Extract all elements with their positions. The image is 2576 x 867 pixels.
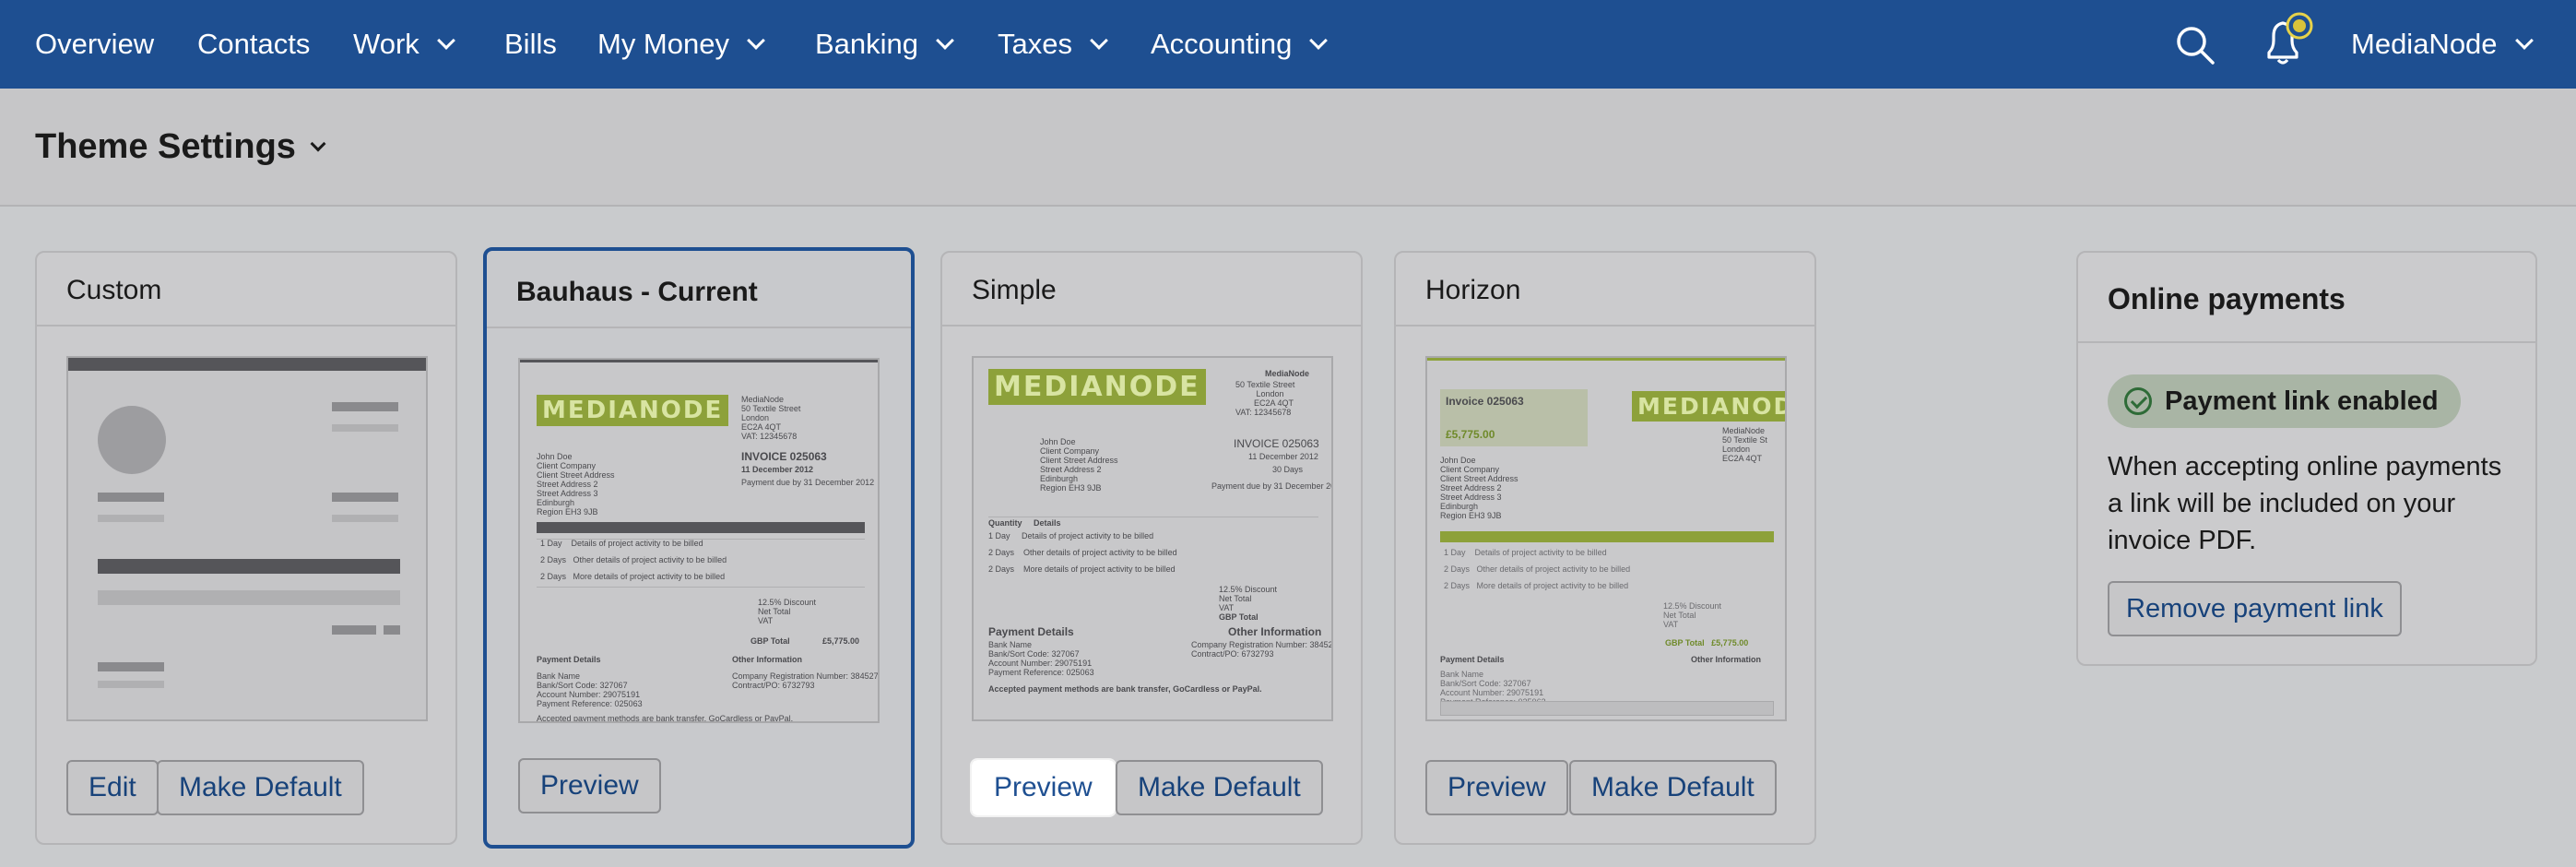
other-info-heading: Other Information (1228, 625, 1322, 638)
make-default-button[interactable]: Make Default (1116, 760, 1323, 815)
nav-banking-label: Banking (815, 28, 919, 60)
nav-taxes[interactable]: Taxes (998, 0, 1108, 89)
payment-description: When accepting online payments a link wi… (2108, 452, 2502, 555)
nav-bills[interactable]: Bills (504, 0, 557, 89)
chevron-down-icon (1309, 31, 1329, 50)
panel-title: Online payments (2108, 282, 2346, 315)
theme-card-custom: Custom Edit Make Default (35, 251, 457, 845)
nav-banking[interactable]: Banking (815, 0, 954, 89)
theme-card-horizon: Horizon Invoice 025063 £5,775.00 MEDIANO… (1394, 251, 1816, 845)
total-label: GBP Total (750, 636, 790, 646)
make-default-label: Make Default (1591, 772, 1755, 802)
theme-name: Horizon (1425, 275, 1521, 305)
nav-overview[interactable]: Overview (35, 0, 154, 89)
payment-details-heading: Payment Details (988, 625, 1074, 638)
nav-accounting-label: Accounting (1151, 28, 1293, 60)
other-info-heading: Other Information (732, 655, 802, 664)
page-header: Theme Settings (0, 89, 2576, 207)
account-name: MediaNode (2351, 28, 2498, 60)
payment-details-heading: Payment Details (537, 655, 601, 664)
nav-my-money[interactable]: My Money (597, 0, 765, 89)
card-header: Simple (942, 253, 1361, 327)
panel-header: Online payments (2078, 253, 2535, 343)
top-nav-bar: Overview Contacts Work Bills My Money Ba… (0, 0, 2576, 89)
nav-overview-label: Overview (35, 28, 155, 60)
bell-icon[interactable] (2259, 11, 2316, 68)
theme-thumbnail-horizon: Invoice 025063 £5,775.00 MEDIANODE Media… (1425, 356, 1787, 721)
payment-details-heading: Payment Details (1440, 655, 1505, 664)
other-info-heading: Other Information (1691, 655, 1761, 664)
card-header: Bauhaus - Current (487, 255, 911, 328)
page-title: Theme Settings (35, 127, 296, 166)
account-menu[interactable]: MediaNode (2351, 0, 2534, 89)
invoice-number: INVOICE 025063 (1234, 437, 1319, 450)
preview-label: Preview (540, 770, 639, 801)
nav-my-money-label: My Money (597, 28, 729, 60)
make-default-label: Make Default (1138, 772, 1301, 802)
theme-name: Simple (972, 275, 1057, 305)
invoice-number: INVOICE 025063 (741, 450, 827, 463)
company-name: MediaNode (1265, 369, 1310, 378)
chevron-down-icon (436, 31, 455, 50)
theme-thumbnail-simple: MEDIANODE MediaNode 50 Textile Street Lo… (972, 356, 1333, 721)
chevron-down-icon (1090, 31, 1108, 50)
preview-button[interactable]: Preview (970, 758, 1117, 817)
check-circle-icon (2124, 387, 2152, 415)
online-payments-panel: Online payments Payment link enabled Whe… (2076, 251, 2537, 666)
theme-settings-dropdown[interactable]: Theme Settings (35, 127, 326, 167)
make-default-button[interactable]: Make Default (1569, 760, 1777, 815)
search-icon[interactable] (2174, 24, 2216, 66)
payment-status-text: Payment link enabled (2165, 386, 2439, 416)
invoice-number: Invoice 025063 (1446, 395, 1524, 408)
chevron-down-icon (747, 31, 765, 50)
nav-taxes-label: Taxes (998, 28, 1072, 60)
theme-card-bauhaus: Bauhaus - Current MEDIANODE MediaNode 50 … (483, 247, 915, 849)
chevron-down-icon (310, 136, 326, 151)
make-default-label: Make Default (179, 772, 342, 802)
chevron-down-icon (936, 31, 954, 50)
card-header: Custom (37, 253, 455, 327)
theme-card-simple: Simple MEDIANODE MediaNode 50 Textile St… (940, 251, 1363, 845)
invoice-date: 11 December 2012 (1248, 452, 1318, 461)
remove-payment-link-button[interactable]: Remove payment link (2108, 581, 2402, 636)
medianode-logo: MEDIANODE (537, 395, 729, 426)
medianode-logo: MEDIANODE (988, 369, 1206, 405)
chevron-down-icon (2514, 31, 2534, 50)
preview-button[interactable]: Preview (518, 758, 661, 814)
medianode-logo: MEDIANODE (1632, 391, 1785, 422)
edit-button-label: Edit (89, 772, 136, 802)
remove-payment-link-label: Remove payment link (2126, 593, 2383, 624)
theme-name: Custom (66, 275, 162, 305)
theme-name: Bauhaus - Current (516, 277, 758, 307)
nav-contacts-label: Contacts (197, 28, 311, 60)
edit-button[interactable]: Edit (66, 760, 159, 815)
payment-status-badge: Payment link enabled (2108, 374, 2461, 428)
nav-accounting[interactable]: Accounting (1151, 0, 1329, 89)
nav-work-label: Work (353, 28, 419, 60)
preview-button[interactable]: Preview (1425, 760, 1568, 815)
nav-work[interactable]: Work (353, 0, 455, 89)
theme-thumbnail-custom (66, 356, 428, 721)
preview-label: Preview (1448, 772, 1546, 802)
card-header: Horizon (1396, 253, 1814, 327)
invoice-amount: £5,775.00 (1446, 428, 1495, 441)
make-default-button[interactable]: Make Default (157, 760, 364, 815)
theme-thumbnail-bauhaus: MEDIANODE MediaNode 50 Textile Street Lond… (518, 358, 880, 723)
preview-label: Preview (994, 772, 1093, 802)
invoice-date: 11 December 2012 (741, 465, 814, 474)
nav-contacts[interactable]: Contacts (197, 0, 310, 89)
invoice-total: £5,775.00 (822, 636, 860, 646)
nav-bills-label: Bills (504, 28, 557, 60)
